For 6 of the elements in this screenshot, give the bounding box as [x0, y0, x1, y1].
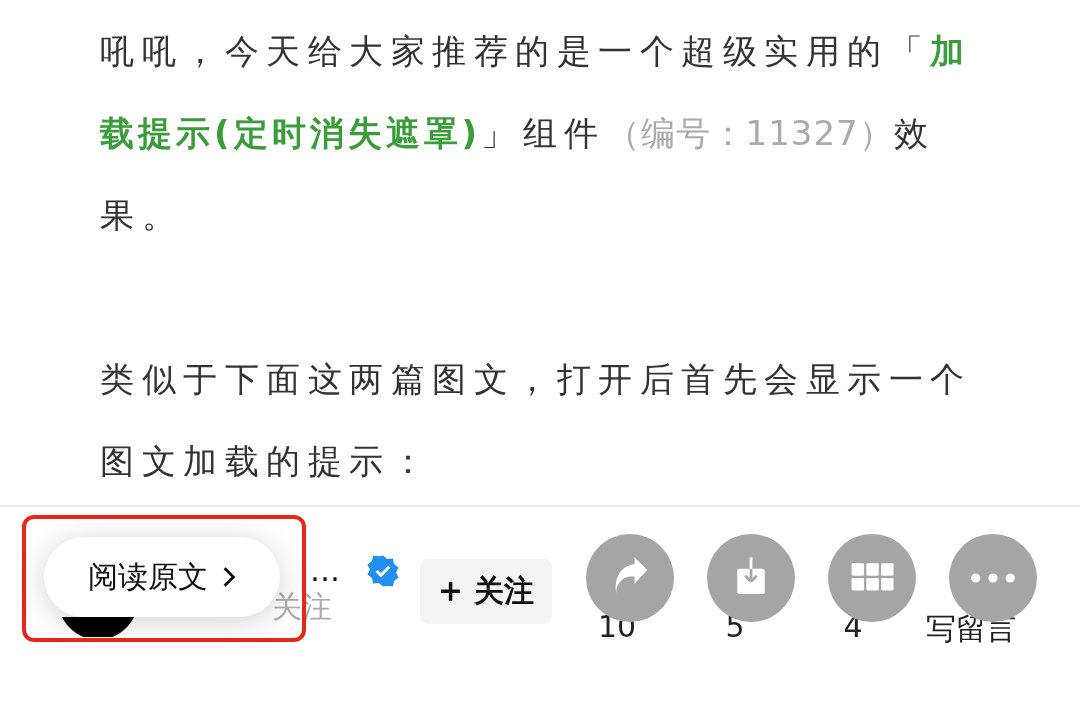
chevron-icon — [222, 566, 236, 588]
more-icon — [970, 572, 1016, 584]
follow-button[interactable]: + 关注 — [420, 559, 552, 624]
author-name[interactable]: … — [310, 553, 340, 589]
paragraph: 吼吼，今天给大家推荐的是一个超级实用的「加载提示(定时消失遮罩)」组件（编号：11327）效果。 — [100, 30, 969, 237]
paragraph: 类似于下面这两篇图文，打开后首先会显示一个图文加载的提示： — [100, 358, 973, 483]
